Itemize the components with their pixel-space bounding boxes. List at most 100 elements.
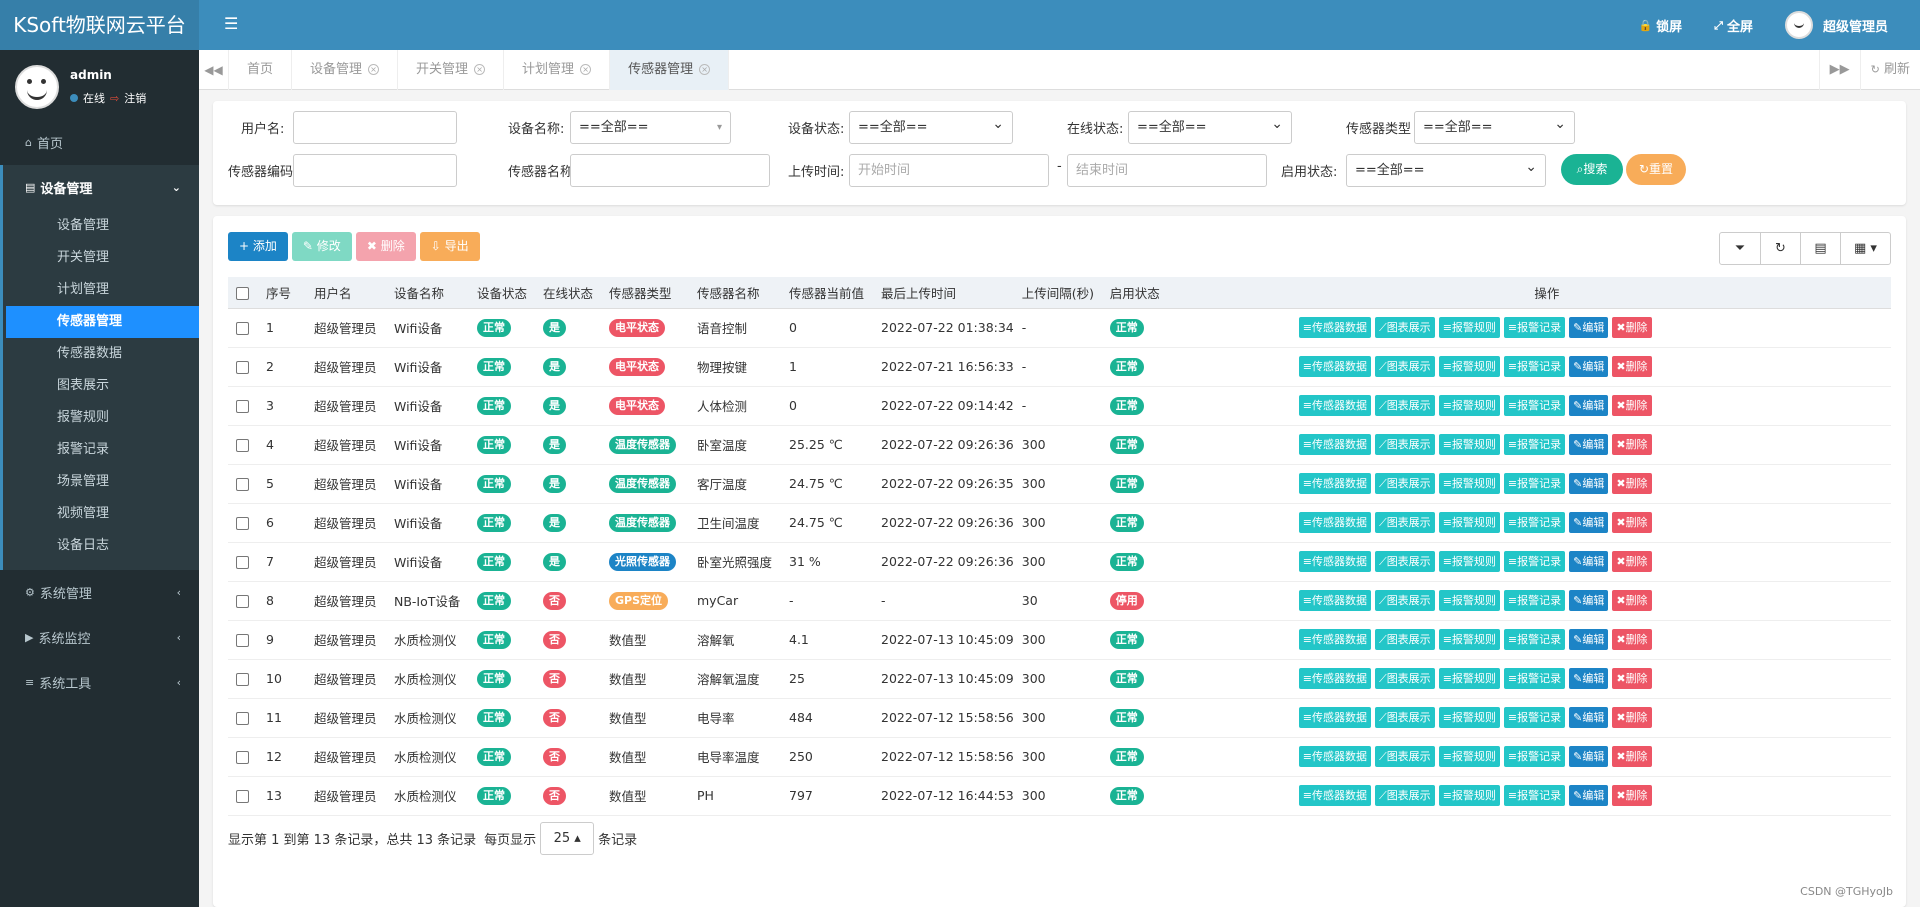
- sidebar-item-3[interactable]: 计划管理: [3, 274, 199, 306]
- alarm-rule-button[interactable]: ≡报警规则: [1438, 356, 1500, 377]
- alarm-rule-button[interactable]: ≡报警规则: [1438, 668, 1500, 689]
- chart-button[interactable]: ⟋图表展示: [1374, 395, 1435, 416]
- menu-toggle-icon[interactable]: ☰: [224, 14, 238, 33]
- row-checkbox[interactable]: [236, 634, 249, 647]
- row-delete-button[interactable]: ✖删除: [1612, 668, 1652, 689]
- row-delete-button[interactable]: ✖删除: [1612, 395, 1652, 416]
- sidebar-item-7[interactable]: 报警规则: [3, 402, 199, 434]
- sensor-data-button[interactable]: ≡传感器数据: [1298, 356, 1371, 377]
- sidebar-item-11[interactable]: 设备日志: [3, 530, 199, 562]
- row-checkbox[interactable]: [236, 361, 249, 374]
- alarm-record-button[interactable]: ≡报警记录: [1503, 395, 1566, 416]
- row-checkbox[interactable]: [236, 556, 249, 569]
- app-logo[interactable]: KSoft物联网云平台: [0, 0, 199, 50]
- row-edit-button[interactable]: ✎编辑: [1569, 473, 1609, 494]
- alarm-rule-button[interactable]: ≡报警规则: [1438, 629, 1500, 650]
- row-edit-button[interactable]: ✎编辑: [1569, 629, 1609, 650]
- row-checkbox[interactable]: [236, 517, 249, 530]
- row-edit-button[interactable]: ✎编辑: [1569, 512, 1609, 533]
- chart-button[interactable]: ⟋图表展示: [1374, 785, 1435, 806]
- sidebar-item-5[interactable]: 传感器数据: [3, 338, 199, 370]
- username-input[interactable]: [293, 111, 457, 144]
- fullscreen-button[interactable]: ⤢ 全屏: [1714, 16, 1753, 35]
- row-checkbox[interactable]: [236, 400, 249, 413]
- chart-button[interactable]: ⟋图表展示: [1374, 668, 1435, 689]
- alarm-record-button[interactable]: ≡报警记录: [1503, 356, 1566, 377]
- sensor-data-button[interactable]: ≡传感器数据: [1298, 317, 1371, 338]
- row-delete-button[interactable]: ✖删除: [1612, 473, 1652, 494]
- row-checkbox[interactable]: [236, 478, 249, 491]
- refresh-tab-button[interactable]: ↻ 刷新: [1859, 50, 1920, 90]
- alarm-record-button[interactable]: ≡报警记录: [1503, 551, 1566, 572]
- row-edit-button[interactable]: ✎编辑: [1569, 551, 1609, 572]
- sensor-name-input[interactable]: [570, 154, 770, 187]
- row-delete-button[interactable]: ✖删除: [1612, 512, 1652, 533]
- sensor-data-button[interactable]: ≡传感器数据: [1298, 590, 1371, 611]
- sensor-data-button[interactable]: ≡传感器数据: [1298, 434, 1371, 455]
- row-delete-button[interactable]: ✖删除: [1612, 746, 1652, 767]
- row-checkbox[interactable]: [236, 595, 249, 608]
- row-checkbox[interactable]: [236, 751, 249, 764]
- row-delete-button[interactable]: ✖删除: [1612, 434, 1652, 455]
- chart-button[interactable]: ⟋图表展示: [1374, 590, 1435, 611]
- chart-button[interactable]: ⟋图表展示: [1374, 707, 1435, 728]
- row-checkbox[interactable]: [236, 790, 249, 803]
- close-icon[interactable]: ×: [368, 64, 380, 75]
- close-icon[interactable]: ×: [580, 64, 592, 75]
- sidebar-item-2[interactable]: 开关管理: [3, 242, 199, 274]
- chart-button[interactable]: ⟋图表展示: [1374, 434, 1435, 455]
- sensor-data-button[interactable]: ≡传感器数据: [1298, 512, 1371, 533]
- add-button[interactable]: + 添加: [228, 232, 288, 261]
- sidebar-item-8[interactable]: 报警记录: [3, 434, 199, 466]
- alarm-rule-button[interactable]: ≡报警规则: [1438, 434, 1500, 455]
- row-delete-button[interactable]: ✖删除: [1612, 629, 1652, 650]
- end-time-input[interactable]: 结束时间: [1067, 154, 1267, 187]
- alarm-rule-button[interactable]: ≡报警规则: [1438, 785, 1500, 806]
- sensor-data-button[interactable]: ≡传感器数据: [1298, 629, 1371, 650]
- alarm-rule-button[interactable]: ≡报警规则: [1438, 746, 1500, 767]
- start-time-input[interactable]: 开始时间: [849, 154, 1049, 187]
- alarm-record-button[interactable]: ≡报警记录: [1503, 434, 1566, 455]
- sidebar-item-system-tools[interactable]: ≡ 系统工具 ‹: [0, 660, 199, 705]
- lock-screen-button[interactable]: 🔒 锁屏: [1638, 16, 1682, 35]
- export-button[interactable]: ⇩ 导出: [419, 232, 480, 261]
- sidebar-item-10[interactable]: 视频管理: [3, 498, 199, 530]
- chart-button[interactable]: ⟋图表展示: [1374, 356, 1435, 377]
- tab-3[interactable]: 开关管理 ×: [398, 50, 505, 90]
- row-checkbox[interactable]: [236, 673, 249, 686]
- close-icon[interactable]: ×: [474, 64, 486, 75]
- alarm-record-button[interactable]: ≡报警记录: [1503, 746, 1566, 767]
- alarm-rule-button[interactable]: ≡报警规则: [1438, 317, 1500, 338]
- alarm-rule-button[interactable]: ≡报警规则: [1438, 395, 1500, 416]
- row-delete-button[interactable]: ✖删除: [1612, 551, 1652, 572]
- close-icon[interactable]: ×: [699, 64, 711, 75]
- alarm-record-button[interactable]: ≡报警记录: [1503, 317, 1566, 338]
- delete-button[interactable]: ✖ 删除: [355, 232, 416, 261]
- alarm-record-button[interactable]: ≡报警记录: [1503, 785, 1566, 806]
- device-name-select[interactable]: ==全部==: [570, 111, 731, 144]
- sensor-data-button[interactable]: ≡传感器数据: [1298, 668, 1371, 689]
- tab-4[interactable]: 计划管理 ×: [504, 50, 611, 90]
- row-delete-button[interactable]: ✖删除: [1612, 356, 1652, 377]
- chart-button[interactable]: ⟋图表展示: [1374, 317, 1435, 338]
- sidebar-item-system-monitor[interactable]: ▶ 系统监控 ‹: [0, 615, 199, 660]
- user-menu[interactable]: 超级管理员: [1784, 11, 1888, 39]
- alarm-rule-button[interactable]: ≡报警规则: [1438, 707, 1500, 728]
- sensor-data-button[interactable]: ≡传感器数据: [1298, 785, 1371, 806]
- row-checkbox[interactable]: [236, 712, 249, 725]
- chart-button[interactable]: ⟋图表展示: [1374, 746, 1435, 767]
- sensor-code-input[interactable]: [293, 154, 457, 187]
- row-delete-button[interactable]: ✖删除: [1612, 317, 1652, 338]
- alarm-rule-button[interactable]: ≡报警规则: [1438, 512, 1500, 533]
- sensor-data-button[interactable]: ≡传感器数据: [1298, 551, 1371, 572]
- row-checkbox[interactable]: [236, 439, 249, 452]
- sensor-data-button[interactable]: ≡传感器数据: [1298, 746, 1371, 767]
- alarm-rule-button[interactable]: ≡报警规则: [1438, 473, 1500, 494]
- row-edit-button[interactable]: ✎编辑: [1569, 317, 1609, 338]
- sensor-data-button[interactable]: ≡传感器数据: [1298, 473, 1371, 494]
- logout-link[interactable]: 注销: [124, 90, 146, 106]
- device-status-select[interactable]: ==全部==: [849, 111, 1013, 144]
- alarm-record-button[interactable]: ≡报警记录: [1503, 668, 1566, 689]
- sidebar-item-9[interactable]: 场景管理: [3, 466, 199, 498]
- sensor-data-button[interactable]: ≡传感器数据: [1298, 707, 1371, 728]
